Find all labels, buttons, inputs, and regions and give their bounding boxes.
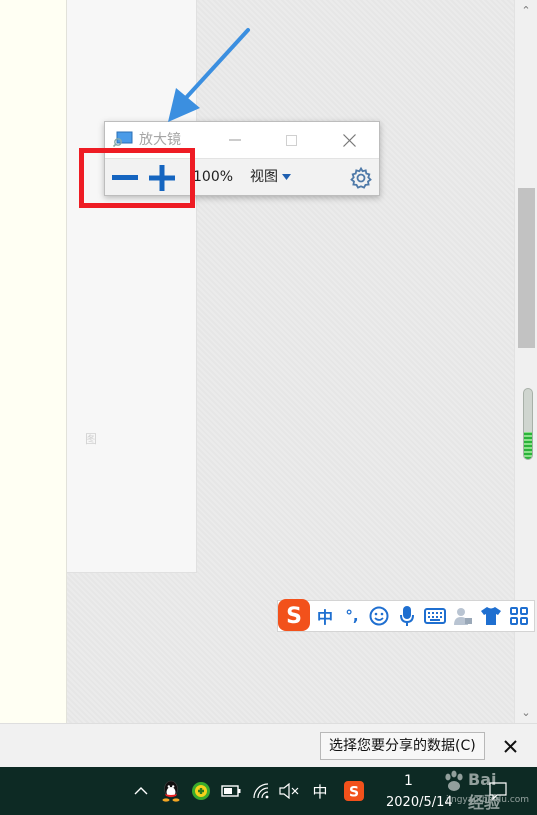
document-ghost-text: 图: [85, 432, 98, 446]
zoom-out-button[interactable]: [109, 164, 141, 192]
magnifier-app-icon: [113, 131, 133, 147]
chevron-up-icon: [134, 787, 148, 795]
level-gauge: [523, 388, 533, 460]
microphone-icon: [400, 606, 414, 626]
wifi-icon: [253, 783, 269, 799]
clock-time[interactable]: 1: [404, 772, 413, 790]
magnifier-window: 放大镜 100% 视图: [104, 121, 380, 196]
keyboard-icon: [424, 608, 446, 624]
soft-keyboard-button[interactable]: [421, 601, 449, 631]
volume-muted-icon: [279, 783, 299, 799]
zoom-out-icon: [112, 175, 138, 180]
input-mode-indicator[interactable]: 中: [308, 777, 332, 805]
zoom-in-icon: [149, 165, 175, 191]
network-tray-button[interactable]: [250, 777, 272, 805]
qq-icon: [162, 780, 180, 802]
scroll-thumb[interactable]: [518, 188, 535, 348]
zoom-level-readout: 100%: [193, 169, 234, 185]
dropdown-arrow-icon: [282, 174, 291, 180]
emoji-icon: [369, 606, 389, 626]
battery-icon: [221, 785, 241, 797]
maximize-button[interactable]: [268, 122, 314, 158]
minimize-icon: [229, 139, 241, 141]
sogou-tray-icon: S: [344, 781, 364, 801]
close-icon: [342, 133, 356, 147]
skin-button[interactable]: [477, 601, 505, 631]
maximize-icon: [285, 134, 297, 146]
watermark-url: jingyan.baidu.com: [446, 795, 530, 805]
sogou-logo-button[interactable]: S: [277, 598, 311, 632]
ime-mode-toggle[interactable]: 中: [311, 601, 339, 631]
svg-text:S: S: [349, 785, 359, 801]
battery-tray-button[interactable]: [220, 777, 242, 805]
left-margin-area: [0, 0, 67, 723]
minimize-button[interactable]: [212, 122, 258, 158]
gear-icon[interactable]: [349, 166, 373, 190]
emoji-button[interactable]: [365, 601, 393, 631]
magnifier-title: 放大镜: [139, 132, 181, 148]
user-icon: [454, 608, 472, 625]
qq-tray-button[interactable]: [160, 777, 182, 805]
document-panel: 图: [67, 0, 197, 573]
paw-logo-icon: [445, 770, 463, 791]
toolbox-grid-icon: [510, 607, 528, 625]
show-hidden-icons-button[interactable]: [130, 777, 152, 805]
skin-tshirt-icon: [481, 607, 501, 625]
baidu-watermark: Bai 经验 jingyan.baidu.com: [438, 767, 529, 815]
svg-text:S: S: [286, 604, 302, 629]
360-security-icon: [192, 782, 210, 800]
scroll-up-button[interactable]: ⌃: [515, 4, 537, 18]
share-data-button[interactable]: 选择您要分享的数据(C): [320, 732, 485, 760]
toolbox-button[interactable]: [505, 601, 533, 631]
volume-tray-button[interactable]: [278, 777, 300, 805]
watermark-text: Bai 经验: [468, 770, 501, 812]
view-menu-button[interactable]: 视图: [250, 168, 291, 186]
notification-close-button[interactable]: [496, 732, 524, 760]
zoom-in-button[interactable]: [145, 163, 179, 193]
close-icon: [503, 739, 517, 753]
sogou-logo-icon: S: [278, 599, 310, 631]
share-notification-bar: 选择您要分享的数据(C): [0, 723, 537, 767]
ime-toolbar: S 中 °,: [277, 598, 535, 632]
view-menu-label: 视图: [250, 169, 278, 185]
sogou-tray-button[interactable]: S: [342, 777, 366, 805]
magnifier-titlebar[interactable]: 放大镜: [105, 122, 379, 158]
magnifier-toolbar: 100% 视图: [105, 158, 379, 195]
ime-punctuation-toggle[interactable]: °,: [339, 601, 365, 631]
close-button[interactable]: [326, 122, 372, 158]
account-button[interactable]: [449, 601, 477, 631]
voice-input-button[interactable]: [393, 601, 421, 631]
scroll-down-button[interactable]: ⌄: [515, 706, 537, 720]
security-tray-button[interactable]: [190, 777, 212, 805]
taskbar: 中 S 1 2020/5/14 Bai 经验 jingyan.baidu.com: [0, 767, 537, 815]
